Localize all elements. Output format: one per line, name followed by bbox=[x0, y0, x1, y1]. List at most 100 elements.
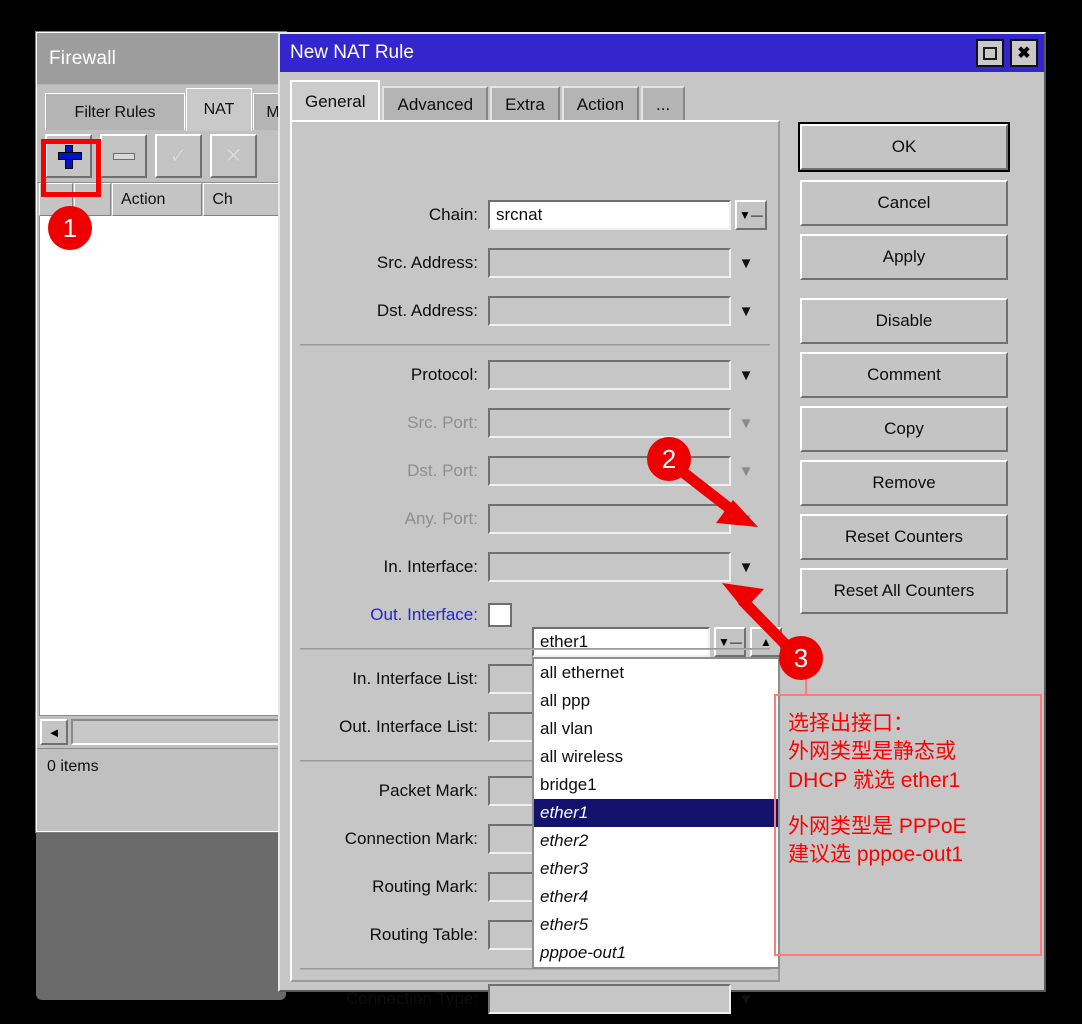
list-item[interactable]: ether5 bbox=[534, 911, 778, 939]
dialog-titlebar[interactable]: New NAT Rule ✖ bbox=[280, 34, 1044, 72]
ok-button[interactable]: OK bbox=[800, 124, 1008, 170]
apply-button[interactable]: Apply bbox=[800, 234, 1008, 280]
firewall-horizontal-scrollbar[interactable]: ◄ bbox=[37, 716, 285, 748]
scroll-left-icon[interactable]: ◄ bbox=[40, 719, 68, 745]
field-row-connection-type: Connection Type: ▼ bbox=[292, 982, 778, 1016]
column-header-chain[interactable]: Ch bbox=[203, 183, 282, 216]
reset-all-counters-button[interactable]: Reset All Counters bbox=[800, 568, 1008, 614]
in-interface-input[interactable] bbox=[488, 552, 731, 582]
marker-1-number: 1 bbox=[62, 212, 78, 243]
column-header-action[interactable]: Action bbox=[111, 183, 203, 216]
tab-more[interactable]: ... bbox=[641, 86, 686, 122]
tab-general[interactable]: General bbox=[290, 80, 381, 122]
tab-filter-rules-label: Filter Rules bbox=[74, 103, 156, 121]
chain-dropdown-button[interactable]: ▼— bbox=[735, 200, 767, 230]
tab-extra[interactable]: Extra bbox=[490, 86, 560, 122]
tab-more-label: ... bbox=[656, 95, 671, 114]
tab-action[interactable]: Action bbox=[561, 86, 640, 122]
in-interface-label: In. Interface: bbox=[383, 557, 479, 576]
list-item[interactable]: all ethernet bbox=[534, 659, 778, 687]
list-item[interactable]: ether3 bbox=[534, 855, 778, 883]
in-interface-chevron-down-icon[interactable]: ▼ bbox=[731, 559, 761, 576]
field-row-dst-port: Dst. Port: ▼ bbox=[292, 454, 778, 488]
close-button[interactable]: ✖ bbox=[1010, 39, 1038, 67]
note-line-5: 建议选 pppoe-out1 bbox=[788, 843, 964, 867]
marker-2-number: 2 bbox=[661, 443, 677, 474]
protocol-chevron-down-icon[interactable]: ▼ bbox=[731, 367, 761, 384]
tab-filter-rules[interactable]: Filter Rules bbox=[45, 93, 185, 131]
out-interface-option-list[interactable]: all ethernet all ppp all vlan all wirele… bbox=[532, 657, 780, 969]
connection-type-chevron-down-icon[interactable]: ▼ bbox=[731, 991, 761, 1008]
connection-type-input[interactable] bbox=[488, 984, 731, 1014]
annotation-marker-1: 1 bbox=[48, 206, 92, 250]
remove-button[interactable]: Remove bbox=[800, 460, 1008, 506]
annotation-marker-2: 2 bbox=[647, 437, 691, 481]
copy-button-label: Copy bbox=[884, 419, 924, 438]
packet-mark-label: Packet Mark: bbox=[378, 781, 478, 800]
general-tab-pane: Chain: srcnat ▼— Src. Address: ▼ Dst. Ad… bbox=[290, 120, 782, 1014]
tab-extra-label: Extra bbox=[505, 95, 545, 114]
tab-advanced[interactable]: Advanced bbox=[382, 86, 489, 122]
enable-button[interactable]: ✓ bbox=[155, 134, 202, 178]
copy-button[interactable]: Copy bbox=[800, 406, 1008, 452]
firewall-toolbar: ✓ ✕ bbox=[37, 130, 285, 182]
src-address-input[interactable] bbox=[488, 248, 731, 278]
dst-port-input bbox=[488, 456, 731, 486]
out-interface-negate-checkbox[interactable] bbox=[488, 603, 512, 627]
field-row-src-address: Src. Address: ▼ bbox=[292, 246, 778, 280]
field-row-src-port: Src. Port: ▼ bbox=[292, 406, 778, 440]
out-interface-input[interactable]: ether1 bbox=[532, 627, 710, 657]
in-interface-list-label: In. Interface List: bbox=[352, 669, 478, 688]
scroll-track[interactable] bbox=[71, 719, 282, 745]
annotation-note: 选择出接口： 外网类型是静态或 DHCP 就选 ether1 外网类型是 PPP… bbox=[774, 694, 1042, 956]
dialog-tab-strip: General Advanced Extra Action ... bbox=[290, 80, 687, 122]
field-row-protocol: Protocol: ▼ bbox=[292, 358, 778, 392]
cancel-button[interactable]: Cancel bbox=[800, 180, 1008, 226]
tab-advanced-label: Advanced bbox=[397, 95, 474, 114]
list-item[interactable]: pppoe-out1 bbox=[534, 939, 778, 967]
firewall-status-bar: 0 items bbox=[37, 748, 285, 784]
list-item[interactable]: all vlan bbox=[534, 715, 778, 743]
dst-address-input[interactable] bbox=[488, 296, 731, 326]
chain-label: Chain: bbox=[428, 205, 478, 224]
add-button[interactable] bbox=[45, 134, 92, 178]
field-row-in-interface: In. Interface: ▼ bbox=[292, 550, 778, 584]
any-port-input bbox=[488, 504, 731, 534]
connection-type-label: Connection Type: bbox=[346, 989, 478, 1008]
src-address-chevron-down-icon[interactable]: ▼ bbox=[731, 255, 761, 272]
list-item[interactable]: all ppp bbox=[534, 687, 778, 715]
disable-button-label: Disable bbox=[875, 311, 933, 330]
maximize-button[interactable] bbox=[976, 39, 1004, 67]
out-interface-dropdown-button[interactable]: ▼— bbox=[714, 627, 746, 657]
note-line-4: 外网类型是 PPPoE bbox=[788, 815, 967, 839]
disable-button[interactable]: Disable bbox=[800, 298, 1008, 344]
reset-counters-button[interactable]: Reset Counters bbox=[800, 514, 1008, 560]
disable-button[interactable]: ✕ bbox=[210, 134, 257, 178]
firewall-rule-list[interactable] bbox=[39, 216, 283, 716]
out-interface-list-label: Out. Interface List: bbox=[339, 717, 478, 736]
comment-button[interactable]: Comment bbox=[800, 352, 1008, 398]
tab-nat[interactable]: NAT bbox=[186, 88, 252, 131]
src-address-label: Src. Address: bbox=[376, 253, 478, 272]
chain-input[interactable]: srcnat bbox=[488, 200, 731, 230]
apply-button-label: Apply bbox=[882, 247, 926, 266]
remove-button-label: Remove bbox=[872, 473, 936, 492]
field-row-any-port: Any. Port: ▼ bbox=[292, 502, 778, 536]
list-item[interactable]: bridge1 bbox=[534, 771, 778, 799]
plus-icon bbox=[57, 145, 82, 169]
protocol-input[interactable] bbox=[488, 360, 731, 390]
list-item[interactable]: ether2 bbox=[534, 827, 778, 855]
dst-address-chevron-down-icon[interactable]: ▼ bbox=[731, 303, 761, 320]
remove-button[interactable] bbox=[100, 134, 147, 178]
note-line-2: 外网类型是静态或 bbox=[788, 740, 956, 764]
list-item[interactable]: all wireless bbox=[534, 743, 778, 771]
comment-button-label: Comment bbox=[867, 365, 941, 384]
marker-3-number: 3 bbox=[793, 642, 809, 673]
ok-button-label: OK bbox=[891, 137, 917, 156]
connection-mark-label: Connection Mark: bbox=[344, 829, 478, 848]
note-line-1: 选择出接口： bbox=[788, 712, 914, 735]
list-item-selected[interactable]: ether1 bbox=[534, 799, 778, 827]
list-item[interactable]: ether4 bbox=[534, 883, 778, 911]
out-interface-collapse-button[interactable]: ▲ bbox=[750, 627, 782, 657]
tab-general-label: General bbox=[305, 92, 366, 111]
